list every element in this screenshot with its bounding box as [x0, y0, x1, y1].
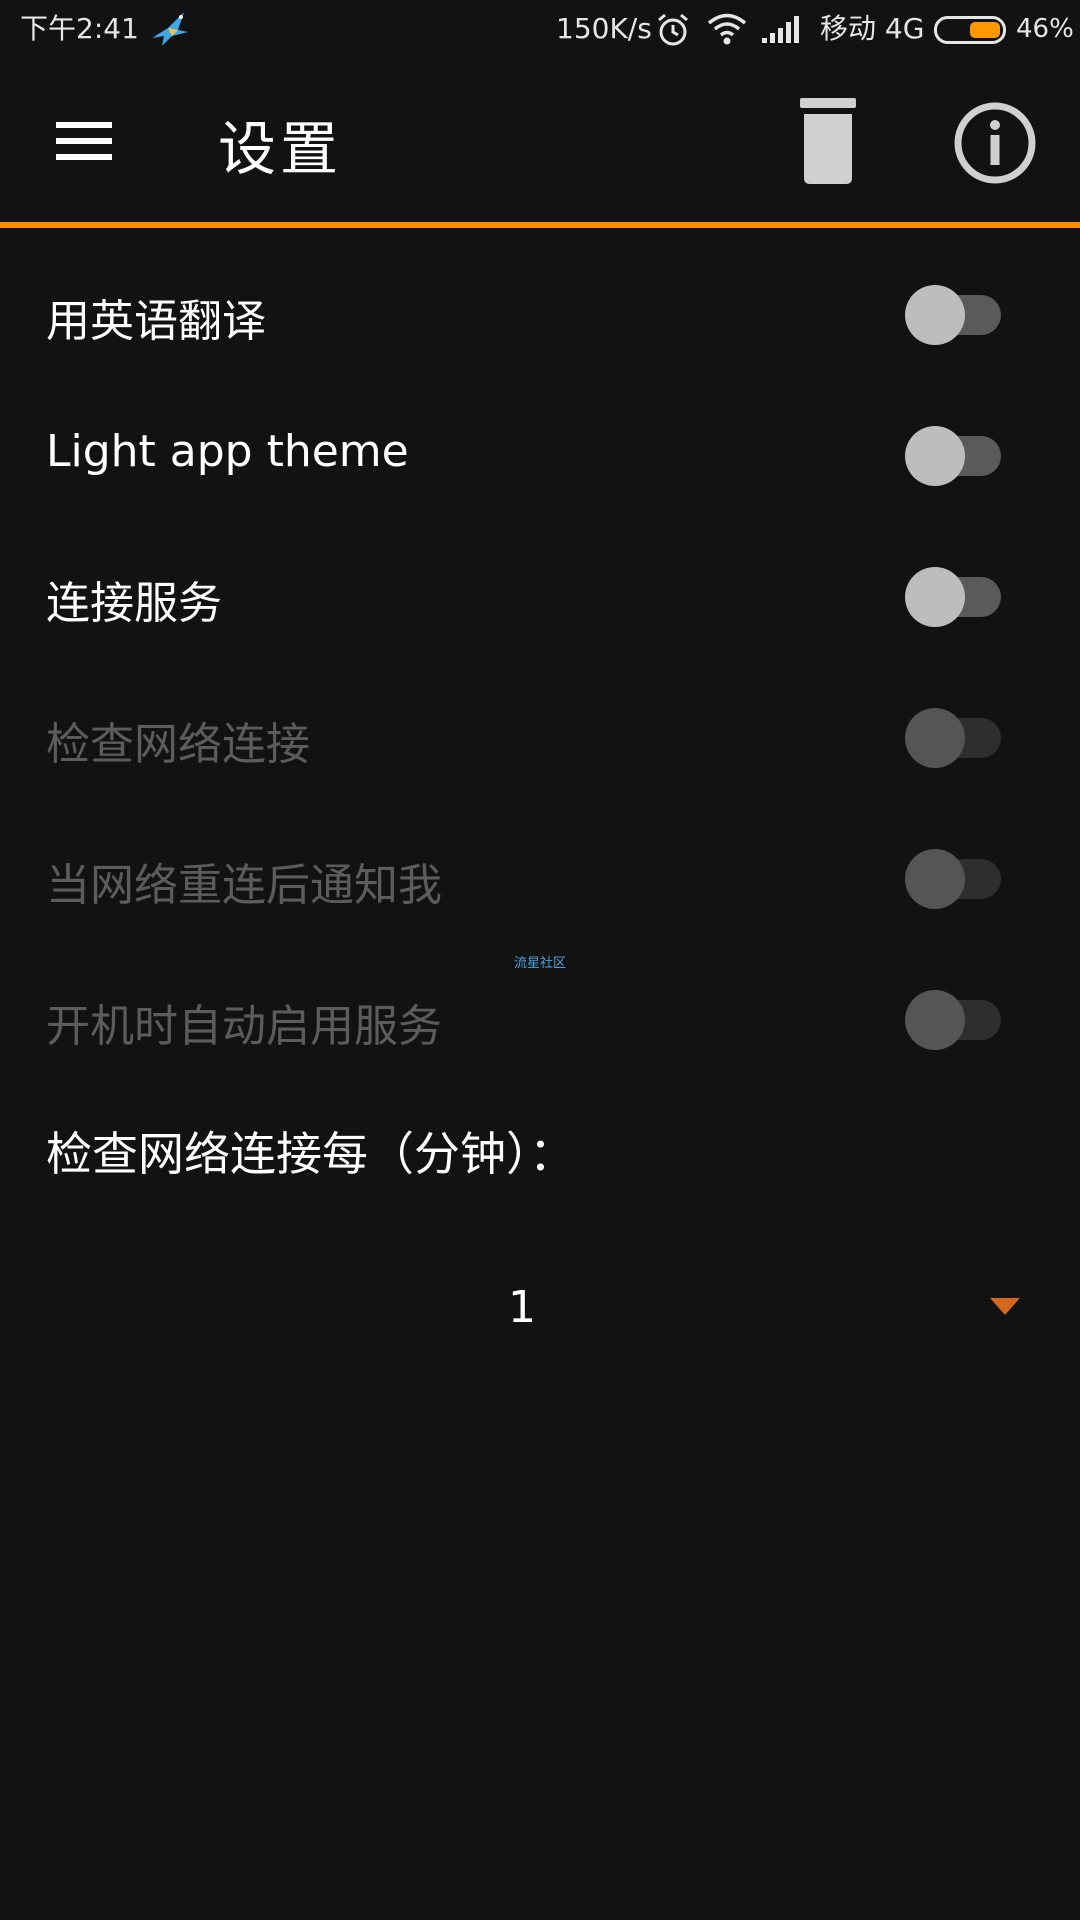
network-speed: 150K/s [556, 12, 652, 45]
interval-label: 检查网络连接每（分钟）： [46, 1127, 575, 1181]
trash-icon [800, 94, 856, 184]
toggle-switch[interactable] [905, 847, 1001, 909]
info-icon [954, 102, 1036, 184]
app-bar: 设置 [0, 58, 1080, 222]
interval-dropdown[interactable]: 1 [0, 1262, 1080, 1352]
toggle-switch[interactable] [905, 424, 1001, 486]
setting-row[interactable]: Light app theme [0, 384, 1080, 525]
toggle-switch[interactable] [905, 565, 1001, 627]
page-title: 设置 [218, 115, 343, 183]
setting-row[interactable]: 检查网络连接 [0, 666, 1080, 807]
dropdown-arrow-icon [990, 1298, 1020, 1315]
menu-button[interactable] [44, 114, 124, 174]
bird-app-icon [148, 8, 190, 50]
signal-icon [760, 14, 804, 44]
toggle-switch[interactable] [905, 988, 1001, 1050]
battery-percent: 46% [1016, 14, 1074, 44]
delete-button[interactable] [790, 94, 866, 188]
interval-value: 1 [508, 1282, 536, 1333]
setting-row[interactable]: 用英语翻译 [0, 243, 1080, 384]
accent-divider [0, 222, 1080, 228]
setting-label: 用英语翻译 [46, 296, 266, 347]
setting-row[interactable]: 当网络重连后通知我 [0, 807, 1080, 948]
alarm-icon [655, 12, 691, 48]
toggle-switch[interactable] [905, 283, 1001, 345]
wifi-icon [706, 12, 748, 46]
status-time: 下午2:41 [20, 12, 139, 45]
setting-label: Light app theme [46, 426, 409, 477]
setting-label: 检查网络连接 [46, 719, 310, 770]
setting-label: 当网络重连后通知我 [46, 860, 442, 911]
setting-label: 连接服务 [46, 578, 222, 629]
setting-row[interactable]: 连接服务 [0, 525, 1080, 666]
setting-label: 开机时自动启用服务 [46, 1001, 442, 1052]
status-bar: 下午2:41 150K/s 移动 4G 46% [0, 0, 1080, 58]
toggle-switch[interactable] [905, 706, 1001, 768]
info-button[interactable] [952, 100, 1038, 186]
carrier-label: 移动 4G [820, 12, 925, 45]
battery-icon [934, 16, 1006, 44]
watermark-text: 流星社区 [514, 956, 567, 971]
